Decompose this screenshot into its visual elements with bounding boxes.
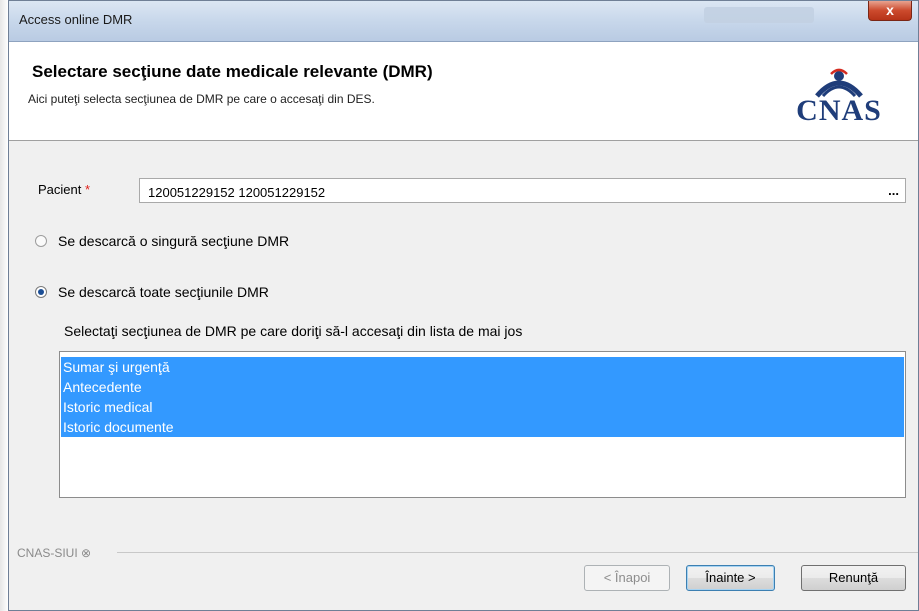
- pacient-browse-button[interactable]: ...: [888, 183, 899, 198]
- footer-separator: CNAS-SIUI ⊗: [9, 546, 918, 560]
- wizard-content: Pacient * 120051229152 120051229152 ... …: [9, 141, 918, 541]
- radio-single-section[interactable]: Se descarcă o singură secţiune DMR: [35, 233, 289, 249]
- back-button[interactable]: < Înapoi: [584, 565, 670, 591]
- pacient-field[interactable]: 120051229152 120051229152 ...: [139, 178, 906, 203]
- radio-single-indicator[interactable]: [35, 235, 47, 247]
- next-button[interactable]: Înainte >: [686, 565, 775, 591]
- dmr-section-list[interactable]: Sumar şi urgenţă Antecedente Istoric med…: [59, 351, 906, 498]
- required-asterisk: *: [85, 182, 91, 197]
- wizard-header: Selectare secţiune date medicale relevan…: [9, 42, 918, 141]
- radio-single-label[interactable]: Se descarcă o singură secţiune DMR: [58, 233, 289, 249]
- footer-brand-label: CNAS-SIUI ⊗: [17, 546, 98, 560]
- pacient-label: Pacient *: [38, 182, 90, 197]
- logo-text: CNAS: [796, 94, 882, 127]
- background-edge: [0, 0, 8, 611]
- list-item[interactable]: Antecedente: [61, 377, 904, 397]
- cancel-button[interactable]: Renunţă: [801, 565, 906, 591]
- page-title: Selectare secţiune date medicale relevan…: [32, 62, 433, 81]
- close-button[interactable]: x: [868, 1, 912, 21]
- radio-all-sections[interactable]: Se descarcă toate secţiunile DMR: [35, 284, 269, 300]
- page-subtitle: Aici puteţi selecta secţiunea de DMR pe …: [28, 92, 375, 106]
- pacient-label-text: Pacient: [38, 182, 82, 197]
- list-item[interactable]: Istoric medical: [61, 397, 904, 417]
- cnas-logo: CNAS: [779, 66, 899, 134]
- radio-all-label[interactable]: Se descarcă toate secţiunile DMR: [58, 284, 269, 300]
- list-item[interactable]: Sumar şi urgenţă: [61, 357, 904, 377]
- wizard-window: Access online DMR x Selectare secţiune d…: [8, 0, 919, 611]
- list-item[interactable]: Istoric documente: [61, 417, 904, 437]
- title-bar-blurred-area: [704, 7, 814, 23]
- pacient-value: 120051229152 120051229152: [148, 185, 326, 200]
- radio-all-indicator[interactable]: [35, 286, 47, 298]
- title-bar[interactable]: Access online DMR x: [9, 1, 918, 42]
- footer-line: [117, 552, 918, 553]
- section-instruction: Selectaţi secţiunea de DMR pe care doriţ…: [64, 323, 523, 339]
- window-title: Access online DMR: [19, 12, 133, 27]
